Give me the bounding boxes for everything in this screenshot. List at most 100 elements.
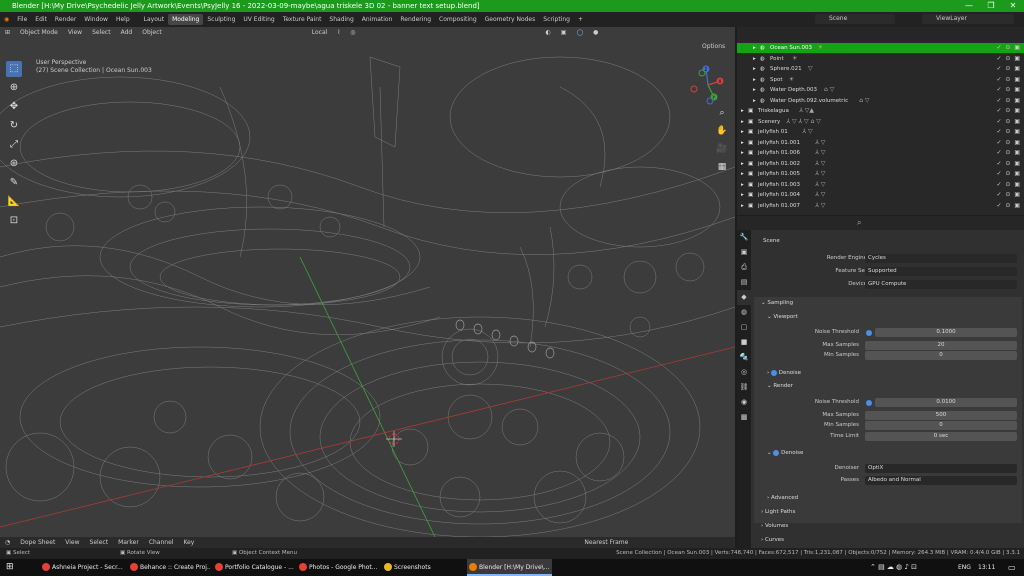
timeline-key-menu[interactable]: Key: [178, 537, 199, 548]
shading-solid-icon[interactable]: ●: [588, 27, 603, 39]
select-box-tool-icon[interactable]: ⬚: [6, 61, 22, 77]
snap-mode-selector[interactable]: Nearest Frame: [579, 537, 633, 548]
tab-animation[interactable]: Animation: [358, 14, 397, 25]
tab-shading[interactable]: Shading: [325, 14, 357, 25]
view-layer-selector[interactable]: ViewLayer: [922, 14, 1014, 24]
outliner-data-icons[interactable]: ⅄ ▽: [815, 180, 825, 190]
move-tool-icon[interactable]: ✥: [6, 99, 22, 115]
outliner-row[interactable]: ▸ ◍ Ocean Sun.003 ☀ ✓ ⊙ ▣: [737, 43, 1024, 54]
options-dropdown[interactable]: Options: [702, 43, 725, 50]
transform-tool-icon[interactable]: ⊛: [6, 156, 22, 172]
transform-orientation[interactable]: Local: [307, 27, 333, 39]
viewport-min-samples-field[interactable]: 0: [865, 351, 1017, 360]
timeline-marker-menu[interactable]: Marker: [113, 537, 144, 548]
outliner-row[interactable]: ▸ ▣ jellyfish 01.006 ⅄ ▽ ✓ ⊙ ▣: [737, 148, 1024, 158]
outliner-row[interactable]: ▸ ◍ Water Depth.003 ⌂ ▽ ✓ ⊙ ▣: [737, 85, 1024, 95]
outliner-row[interactable]: ▸ ◍ Water Depth.092.volumetric ⌂ ▽ ✓ ⊙ ▣: [737, 96, 1024, 106]
editor-type-selector[interactable]: Dope Sheet: [15, 537, 60, 548]
visibility-toggles-icon[interactable]: ✓ ⊙ ▣: [996, 159, 1021, 169]
outliner-data-icons[interactable]: ⅄ ▽: [815, 148, 825, 158]
overlay-icon[interactable]: ◐: [541, 27, 556, 39]
expand-arrow-icon[interactable]: ▸: [741, 169, 744, 179]
object-tab-icon[interactable]: ■: [737, 335, 751, 350]
add-menu[interactable]: Add: [116, 27, 138, 39]
render-denoise-header[interactable]: ⌄ Denoise: [767, 448, 803, 458]
expand-arrow-icon[interactable]: ▸: [741, 138, 744, 148]
close-button[interactable]: ✕: [1002, 0, 1024, 12]
viewport-noise-threshold-field[interactable]: 0.1000: [875, 328, 1017, 337]
viewport-max-samples-field[interactable]: 20: [865, 341, 1017, 350]
outliner-data-icons[interactable]: ▽: [808, 64, 813, 74]
render-tab-icon[interactable]: ▣: [737, 245, 751, 260]
visibility-toggles-icon[interactable]: ✓ ⊙ ▣: [996, 117, 1021, 127]
volumes-header[interactable]: › Volumes: [761, 521, 788, 531]
minimize-button[interactable]: —: [958, 0, 980, 12]
taskbar-item[interactable]: Portfolio Catalogue - ...: [213, 559, 295, 576]
outliner-row[interactable]: ▸ ◍ Spot ☀ ✓ ⊙ ▣: [737, 75, 1024, 85]
outliner-row[interactable]: ▸ ◍ Point ☀ ✓ ⊙ ▣: [737, 54, 1024, 64]
outliner-row[interactable]: ▸ ▣ jellyfish 01.004 ⅄ ▽ ✓ ⊙ ▣: [737, 190, 1024, 200]
visibility-toggles-icon[interactable]: ✓ ⊙ ▣: [996, 54, 1021, 64]
taskbar-item[interactable]: Photos - Google Phot...: [297, 559, 379, 576]
view-layer-tab-icon[interactable]: ▤: [737, 275, 751, 290]
visibility-toggles-icon[interactable]: ✓ ⊙ ▣: [996, 43, 1021, 53]
rotate-tool-icon[interactable]: ↻: [6, 118, 22, 134]
xray-icon[interactable]: ▣: [556, 27, 572, 39]
visibility-toggles-icon[interactable]: ✓ ⊙ ▣: [996, 106, 1021, 116]
collection-tab-icon[interactable]: ▢: [737, 320, 751, 335]
constraint-tab-icon[interactable]: ⛓: [737, 380, 751, 395]
expand-arrow-icon[interactable]: ▸: [753, 96, 756, 106]
outliner-row[interactable]: ▸ ▣ jellyfish 01 ⅄ ▽ ✓ ⊙ ▣: [737, 127, 1024, 137]
menu-file[interactable]: File: [13, 12, 31, 27]
snap-icon[interactable]: ⌇: [332, 27, 345, 39]
visibility-toggles-icon[interactable]: ✓ ⊙ ▣: [996, 148, 1021, 158]
visibility-toggles-icon[interactable]: ✓ ⊙ ▣: [996, 96, 1021, 106]
render-subheader[interactable]: ⌄ Render: [767, 381, 793, 391]
visibility-toggles-icon[interactable]: ✓ ⊙ ▣: [996, 169, 1021, 179]
feature-set-dropdown[interactable]: Supported: [865, 267, 1017, 276]
render-engine-dropdown[interactable]: Cycles: [865, 254, 1017, 263]
expand-arrow-icon[interactable]: ▸: [753, 75, 756, 85]
viewport-subheader[interactable]: ⌄ Viewport: [767, 312, 798, 322]
tab-scripting[interactable]: Scripting: [539, 14, 574, 25]
language-indicator[interactable]: ENG: [958, 559, 971, 576]
system-tray-icons[interactable]: ⌃ ▤ ☁ ◍ ♪ ⊡: [870, 559, 917, 576]
timeline-editor-icon[interactable]: ◔: [0, 537, 15, 548]
light-paths-header[interactable]: › Light Paths: [761, 507, 795, 517]
outliner-data-icons[interactable]: ⅄ ▽: [802, 127, 812, 137]
pan-hand-icon[interactable]: ✋: [716, 125, 728, 137]
outliner-row[interactable]: ▸ ▣ jellyfish 01.003 ⅄ ▽ ✓ ⊙ ▣: [737, 180, 1024, 190]
timeline-view-menu[interactable]: View: [60, 537, 84, 548]
shading-wireframe-icon[interactable]: ◯: [571, 27, 588, 39]
scale-tool-icon[interactable]: ⤢: [6, 137, 22, 153]
annotate-tool-icon[interactable]: ✎: [6, 175, 22, 191]
visibility-toggles-icon[interactable]: ✓ ⊙ ▣: [996, 138, 1021, 148]
time-limit-field[interactable]: 0 sec: [865, 432, 1017, 441]
menu-window[interactable]: Window: [80, 12, 112, 27]
render-noise-threshold-field[interactable]: 0.0100: [875, 398, 1017, 407]
outliner-data-icons[interactable]: ⅄ ▽ ⅄ ▽ ⌂ ▽: [786, 117, 821, 127]
visibility-toggles-icon[interactable]: ✓ ⊙ ▣: [996, 180, 1021, 190]
menu-render[interactable]: Render: [51, 12, 80, 27]
expand-arrow-icon[interactable]: ▸: [741, 106, 744, 116]
tab-compositing[interactable]: Compositing: [435, 14, 481, 25]
outliner-data-icons[interactable]: ☀: [789, 75, 794, 85]
outliner-row[interactable]: ▸ ▣ Scenery ⅄ ▽ ⅄ ▽ ⌂ ▽ ✓ ⊙ ▣: [737, 117, 1024, 127]
visibility-toggles-icon[interactable]: ✓ ⊙ ▣: [996, 127, 1021, 137]
render-max-samples-field[interactable]: 500: [865, 411, 1017, 420]
view-menu[interactable]: View: [63, 27, 87, 39]
expand-arrow-icon[interactable]: ▸: [741, 117, 744, 127]
mode-selector[interactable]: Object Mode: [15, 27, 63, 39]
expand-arrow-icon[interactable]: ▸: [753, 64, 756, 74]
expand-arrow-icon[interactable]: ▸: [753, 43, 756, 53]
expand-arrow-icon[interactable]: ▸: [753, 54, 756, 64]
expand-arrow-icon[interactable]: ▸: [741, 148, 744, 158]
output-tab-icon[interactable]: ⎙: [737, 260, 751, 275]
properties-search-bar[interactable]: ⌕: [737, 216, 1024, 230]
zoom-icon[interactable]: ⌕: [716, 107, 728, 119]
menu-edit[interactable]: Edit: [31, 12, 51, 27]
visibility-toggles-icon[interactable]: ✓ ⊙ ▣: [996, 190, 1021, 200]
expand-arrow-icon[interactable]: ▸: [741, 127, 744, 137]
modifier-tab-icon[interactable]: 🔩: [737, 350, 751, 365]
tool-tab-icon[interactable]: 🔧: [737, 230, 751, 245]
